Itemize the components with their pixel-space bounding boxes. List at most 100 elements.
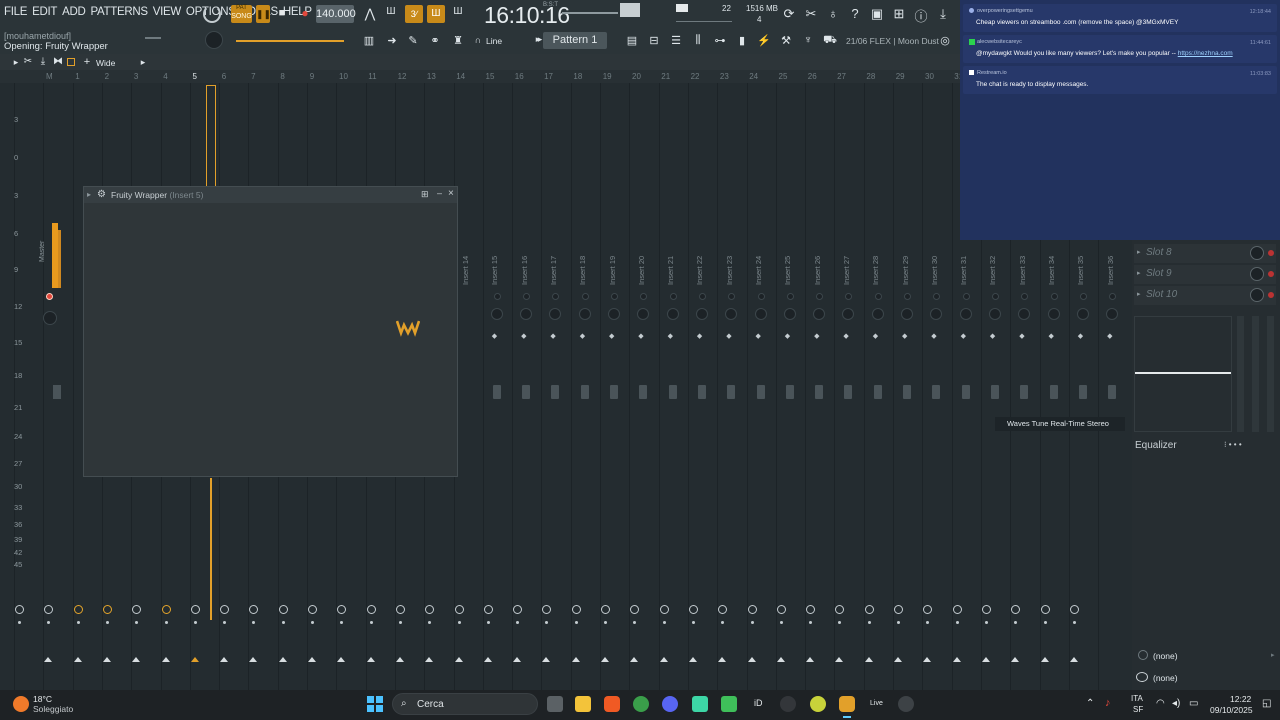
mixer-tool-icon-3[interactable]: ⧓ [50,56,66,67]
send-knob[interactable] [278,605,288,614]
volume-fader[interactable] [756,385,765,399]
route-dot[interactable] [76,621,80,624]
volume-fader[interactable] [785,385,794,399]
battery-icon[interactable]: ▭ [1189,698,1198,709]
mixer-add-icon[interactable]: + [79,56,95,68]
volume-fader[interactable] [903,385,911,399]
route-arrow-icon[interactable] [366,657,375,662]
send-knob[interactable] [1040,605,1050,614]
fx-slot-8[interactable]: ▸ Slot 8 [1134,244,1276,263]
metronome-icon[interactable]: ⋀ [362,6,378,22]
insert-label[interactable]: Insert 33 [1018,256,1027,285]
minimize-icon[interactable]: – [437,188,442,198]
volume-fader[interactable] [580,385,589,399]
help-icon[interactable]: ? [847,6,863,21]
plugin-db-icon[interactable]: ▮ [734,34,750,47]
input-routing-icon[interactable] [1138,650,1148,660]
master-pitch-slider[interactable] [620,3,640,17]
taskbar-date[interactable]: 09/10/2025 [1210,705,1253,715]
wrapper-menu-icon[interactable]: ▸ [87,190,91,199]
mixer-tool-icon-1[interactable]: ✂ [20,56,36,67]
mixer-tool-icon-2[interactable]: ⤓ [35,56,51,67]
swap-channel-icon[interactable]: ◆ [638,332,643,340]
send-knob[interactable] [1069,605,1079,614]
send-knob[interactable] [15,605,24,614]
route-arrow-icon[interactable] [718,657,727,662]
route-arrow-icon[interactable] [835,657,844,662]
swap-channel-icon[interactable]: ◆ [492,332,497,340]
loop-record-icon[interactable]: Ш [450,6,466,17]
notification-icon[interactable]: ◱ [1262,698,1271,709]
volume-fader[interactable] [639,385,648,399]
route-arrow-icon[interactable] [601,657,609,662]
insert-label[interactable]: Insert 24 [754,256,763,285]
route-arrow-icon[interactable] [894,657,902,662]
master-pan-knob[interactable] [43,311,57,325]
pause-icon[interactable]: ❚❚ [256,5,271,23]
send-knob[interactable] [952,605,962,614]
swap-channel-icon[interactable]: ◆ [1049,332,1054,340]
pan-knob[interactable] [988,308,1001,320]
info-icon[interactable]: ⓘ [913,6,929,25]
menu-patterns[interactable]: PATTERNS [90,6,148,18]
save-icon[interactable]: ▣ [869,6,885,22]
fx-slot-10[interactable]: ▸ Slot 10 [1134,286,1276,305]
route-dot[interactable] [867,621,871,624]
route-dot[interactable] [105,621,109,624]
input-routing[interactable]: (none) [1153,651,1178,661]
slot-enable-indicator[interactable] [1268,292,1274,298]
route-arrow-icon[interactable] [220,657,229,662]
brave-browser-icon[interactable] [604,696,620,712]
app-icon-green[interactable] [692,696,708,712]
fl-studio-icon[interactable] [839,696,855,712]
swap-channel-icon[interactable]: ◆ [785,332,790,340]
insert-label[interactable]: Insert 31 [959,256,968,285]
app-icon-id[interactable]: iD [754,698,763,708]
route-arrow-icon[interactable] [1011,657,1020,662]
link-icon[interactable]: ⚭ [427,34,443,47]
pitch-knob[interactable] [205,31,223,49]
route-arrow-icon[interactable] [73,657,82,662]
swap-channel-icon[interactable]: ◆ [1107,332,1112,340]
reload-icon[interactable] [203,5,221,23]
wait-record-icon[interactable]: Ш [383,6,399,17]
insert-label[interactable]: Insert 14 [461,256,470,285]
stop-icon[interactable]: ■ [276,7,288,19]
master-volume-fader[interactable] [53,385,61,399]
taskbar-clock[interactable]: 12:22 [1230,694,1251,704]
pan-knob[interactable] [520,308,533,320]
route-arrow-icon[interactable] [102,657,111,662]
send-knob[interactable] [894,605,903,614]
slot-enable-indicator[interactable] [1268,271,1274,277]
piano-icon[interactable]: ☰ [668,34,684,47]
route-dot[interactable] [984,621,988,624]
mixer-view-mode[interactable]: Wide [96,58,115,68]
stereo-knob[interactable] [874,293,882,300]
volume-fader[interactable] [610,385,618,399]
pattern-selector[interactable]: Pattern 1 [543,32,607,49]
insert-label[interactable]: Insert 30 [930,256,939,285]
route-arrow-icon[interactable] [1040,657,1049,662]
volume-fader[interactable] [1078,385,1087,399]
app-icon-dark[interactable] [780,696,796,712]
route-dot[interactable] [193,621,197,624]
chrome-icon[interactable] [633,696,649,712]
route-arrow-icon[interactable] [923,657,932,662]
master-record-indicator[interactable] [46,293,53,300]
insert-label[interactable]: Insert 25 [783,256,792,285]
route-dot[interactable] [311,621,314,624]
swap-channel-icon[interactable]: ◆ [756,332,761,340]
route-arrow-icon[interactable] [454,657,463,662]
stereo-knob[interactable] [904,293,911,300]
insert-label[interactable]: Insert 21 [666,256,675,285]
pan-knob[interactable] [1076,308,1089,320]
master-volume-slider[interactable] [562,12,618,14]
app-icon-live[interactable]: Live [870,700,883,707]
weather-condition[interactable]: Soleggiato [33,704,73,714]
slot-mix-knob[interactable] [1250,246,1264,260]
swap-channel-icon[interactable]: ◆ [697,332,702,340]
pan-knob[interactable] [1047,308,1060,320]
send-knob[interactable] [483,605,493,614]
eq-band-fader-3[interactable] [1267,316,1274,432]
route-dot[interactable] [604,621,607,624]
